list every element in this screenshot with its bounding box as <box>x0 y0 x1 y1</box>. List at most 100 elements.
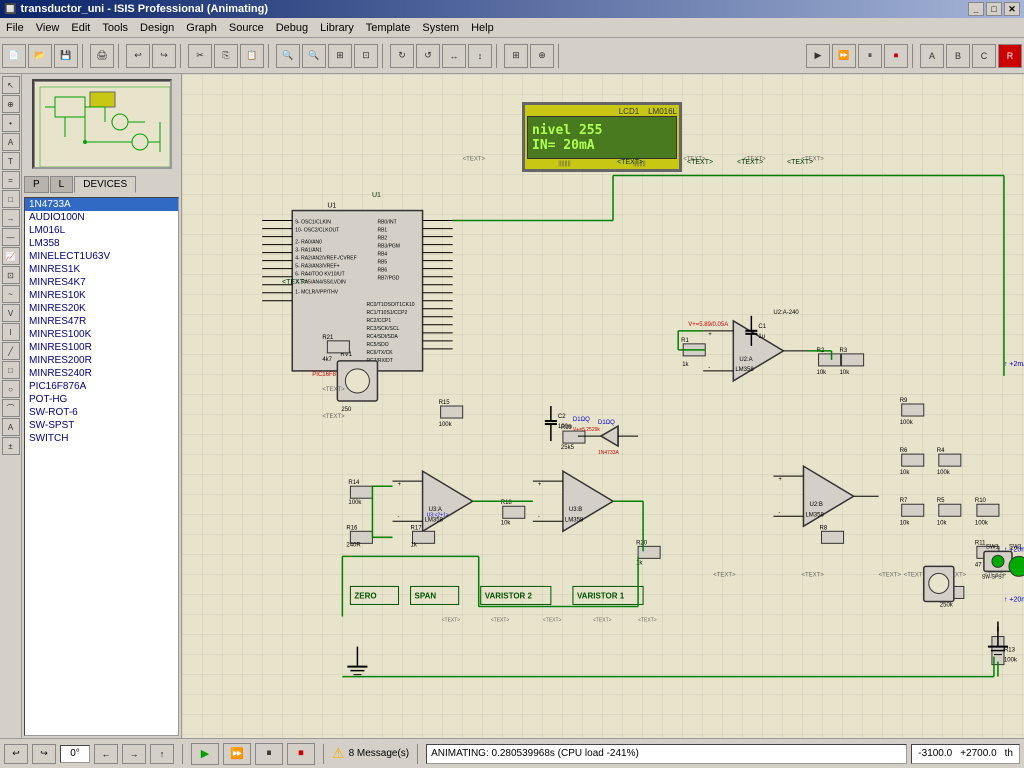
menu-debug[interactable]: Debug <box>270 20 314 36</box>
move-up-button[interactable]: ↑ <box>150 744 174 764</box>
select-tool[interactable]: ↖ <box>2 76 20 94</box>
zoom-out-button[interactable]: 🔍 <box>302 44 326 68</box>
pause-button[interactable]: ⏸ <box>255 743 283 765</box>
origin-button[interactable]: ⊕ <box>530 44 554 68</box>
device-item[interactable]: MINRES240R <box>25 367 178 380</box>
extra-btn-2[interactable]: B <box>946 44 970 68</box>
device-item[interactable]: MINELECT1U63V <box>25 250 178 263</box>
device-item[interactable]: MINRES100R <box>25 341 178 354</box>
menu-tools[interactable]: Tools <box>96 20 134 36</box>
menu-help[interactable]: Help <box>465 20 500 36</box>
grid-button[interactable]: ⊞ <box>504 44 528 68</box>
svg-text:10k: 10k <box>900 520 911 526</box>
move-right-button[interactable]: → <box>122 744 146 764</box>
pin-tool[interactable]: — <box>2 228 20 246</box>
device-item[interactable]: MINRES100K <box>25 328 178 341</box>
device-item[interactable]: MINRES4K7 <box>25 276 178 289</box>
junction-tool[interactable]: • <box>2 114 20 132</box>
undo-button[interactable]: ↩ <box>126 44 150 68</box>
device-item[interactable]: AUDIO100N <box>25 211 178 224</box>
arc-tool[interactable]: ⌒ <box>2 399 20 417</box>
menu-source[interactable]: Source <box>223 20 270 36</box>
rotate-ccw-button[interactable]: ↺ <box>416 44 440 68</box>
menu-library[interactable]: Library <box>314 20 360 36</box>
sim-control-1[interactable]: ▶ <box>806 44 830 68</box>
minimize-button[interactable]: _ <box>968 2 984 16</box>
status-redo[interactable]: ↪ <box>32 744 56 764</box>
device-item[interactable]: PIC16F876A <box>25 380 178 393</box>
device-item[interactable]: MINRES47R <box>25 315 178 328</box>
symbol-tool[interactable]: ± <box>2 437 20 455</box>
component-tool[interactable]: ⊕ <box>2 95 20 113</box>
text2-tool[interactable]: A <box>2 418 20 436</box>
subcircuit-tool[interactable]: □ <box>2 190 20 208</box>
tape-tool[interactable]: ⊡ <box>2 266 20 284</box>
main-content: ↖ ⊕ • A T = □ → — 📈 ⊡ ~ V I ╱ □ ○ ⌒ A ± <box>0 74 1024 738</box>
cut-button[interactable]: ✂ <box>188 44 212 68</box>
bus-tool[interactable]: = <box>2 171 20 189</box>
device-item[interactable]: MINRES20K <box>25 302 178 315</box>
menu-system[interactable]: System <box>416 20 465 36</box>
tab-l[interactable]: L <box>50 176 74 193</box>
device-list[interactable]: 1N4733A AUDIO100N LM016L LM358 MINELECT1… <box>24 197 179 736</box>
device-item[interactable]: SW-ROT-6 <box>25 406 178 419</box>
menu-design[interactable]: Design <box>134 20 180 36</box>
text-tool[interactable]: T <box>2 152 20 170</box>
schematic-thumbnail[interactable] <box>32 79 172 169</box>
angle-input[interactable] <box>60 745 90 763</box>
device-item[interactable]: SWITCH <box>25 432 178 445</box>
device-item[interactable]: MINRES1K <box>25 263 178 276</box>
extra-btn-1[interactable]: A <box>920 44 944 68</box>
tab-p[interactable]: P <box>24 176 49 193</box>
extra-btn-4[interactable]: R <box>998 44 1022 68</box>
label-tool[interactable]: A <box>2 133 20 151</box>
svg-text:100k: 100k <box>348 500 362 506</box>
sim-control-4[interactable]: ⏹ <box>884 44 908 68</box>
current-probe[interactable]: I <box>2 323 20 341</box>
tab-devices[interactable]: DEVICES <box>74 176 136 193</box>
schematic-canvas[interactable]: LCD1 LM016L nivel 255 IN= 20mA |||||||| … <box>182 74 1024 738</box>
device-item[interactable]: SW-SPST <box>25 419 178 432</box>
device-item[interactable]: LM358 <box>25 237 178 250</box>
save-button[interactable]: 💾 <box>54 44 78 68</box>
sim-control-2[interactable]: ⏩ <box>832 44 856 68</box>
print-button[interactable]: 🖨 <box>90 44 114 68</box>
menu-edit[interactable]: Edit <box>65 20 96 36</box>
line-tool[interactable]: ╱ <box>2 342 20 360</box>
copy-button[interactable]: ⎘ <box>214 44 238 68</box>
zoom-in-button[interactable]: 🔍 <box>276 44 300 68</box>
voltage-probe[interactable]: V <box>2 304 20 322</box>
circle-tool[interactable]: ○ <box>2 380 20 398</box>
close-button[interactable]: ✕ <box>1004 2 1020 16</box>
mirror-x-button[interactable]: ↔ <box>442 44 466 68</box>
stop-button[interactable]: ⏹ <box>287 743 315 765</box>
terminal-tool[interactable]: → <box>2 209 20 227</box>
mirror-y-button[interactable]: ↕ <box>468 44 492 68</box>
rotate-cw-button[interactable]: ↻ <box>390 44 414 68</box>
play-button[interactable]: ▶ <box>191 743 219 765</box>
paste-button[interactable]: 📋 <box>240 44 264 68</box>
menu-graph[interactable]: Graph <box>180 20 223 36</box>
device-item[interactable]: LM016L <box>25 224 178 237</box>
box-tool[interactable]: □ <box>2 361 20 379</box>
status-undo[interactable]: ↩ <box>4 744 28 764</box>
device-item[interactable]: MINRES10K <box>25 289 178 302</box>
graph-tool[interactable]: 📈 <box>2 247 20 265</box>
menu-template[interactable]: Template <box>360 20 417 36</box>
zoom-all-button[interactable]: ⊞ <box>328 44 352 68</box>
step-button[interactable]: ⏩ <box>223 743 251 765</box>
menu-file[interactable]: File <box>0 20 30 36</box>
redo-button[interactable]: ↪ <box>152 44 176 68</box>
maximize-button[interactable]: □ <box>986 2 1002 16</box>
move-left-button[interactable]: ← <box>94 744 118 764</box>
zoom-area-button[interactable]: ⊡ <box>354 44 378 68</box>
open-button[interactable]: 📂 <box>28 44 52 68</box>
new-button[interactable]: 📄 <box>2 44 26 68</box>
device-item[interactable]: 1N4733A <box>25 198 178 211</box>
device-item[interactable]: MINRES200R <box>25 354 178 367</box>
device-item[interactable]: POT-HG <box>25 393 178 406</box>
sim-control-3[interactable]: ⏸ <box>858 44 882 68</box>
extra-btn-3[interactable]: C <box>972 44 996 68</box>
menu-view[interactable]: View <box>30 20 66 36</box>
generator-tool[interactable]: ~ <box>2 285 20 303</box>
